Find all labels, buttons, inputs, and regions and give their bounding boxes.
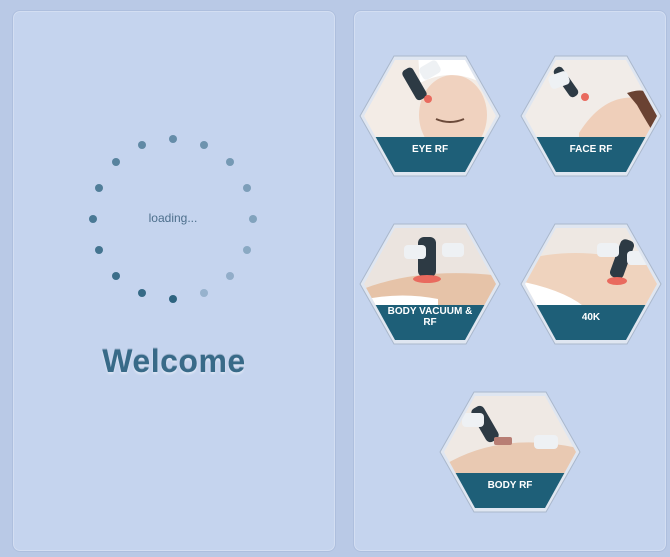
spinner-dot — [89, 215, 97, 223]
tile-face-rf[interactable]: FACE RF — [519, 53, 663, 179]
spinner-dot — [112, 271, 121, 280]
body-vacuum-rf-icon — [359, 223, 501, 345]
tile-body-vacuum-rf[interactable]: BODY VACUUM & RF — [358, 221, 502, 347]
spinner-dot — [225, 271, 234, 280]
tile-eye-rf-label: EYE RF — [411, 144, 449, 155]
face-rf-icon — [520, 55, 662, 177]
spinner-dot — [199, 288, 208, 297]
spinner-dot — [242, 245, 251, 254]
spinner-dot — [249, 215, 257, 223]
spinner-dot — [199, 141, 208, 150]
spinner-dot — [95, 245, 104, 254]
tile-face-rf-label: FACE RF — [569, 144, 613, 155]
welcome-title: Welcome — [102, 343, 246, 379]
splash-panel: loading... Welcome — [12, 10, 336, 552]
spinner-dot — [138, 288, 147, 297]
spinner-dot — [242, 184, 251, 193]
40k-icon — [520, 223, 662, 345]
tile-body-rf[interactable]: BODY RF — [438, 389, 582, 515]
tile-body-vacuum-rf-label: BODY VACUUM & RF — [387, 306, 473, 328]
tile-eye-rf[interactable]: EYE RF — [358, 53, 502, 179]
tile-40k[interactable]: 40K — [519, 221, 663, 347]
body-rf-icon — [439, 391, 581, 513]
spinner-dot — [169, 295, 177, 303]
spinner-dot — [95, 184, 104, 193]
spinner-dot — [169, 135, 177, 143]
loading-spinner: loading... — [83, 131, 263, 306]
spinner-dot — [138, 141, 147, 150]
treatment-menu-panel: EYE RF FACE RF BODY VACUUM & RF 40K BODY… — [353, 10, 667, 552]
spinner-dot — [112, 158, 121, 167]
eye-rf-icon — [359, 55, 501, 177]
loading-text: loading... — [148, 211, 198, 225]
tile-body-rf-label: BODY RF — [487, 480, 533, 491]
spinner-dot — [225, 158, 234, 167]
tile-40k-label: 40K — [581, 312, 601, 323]
